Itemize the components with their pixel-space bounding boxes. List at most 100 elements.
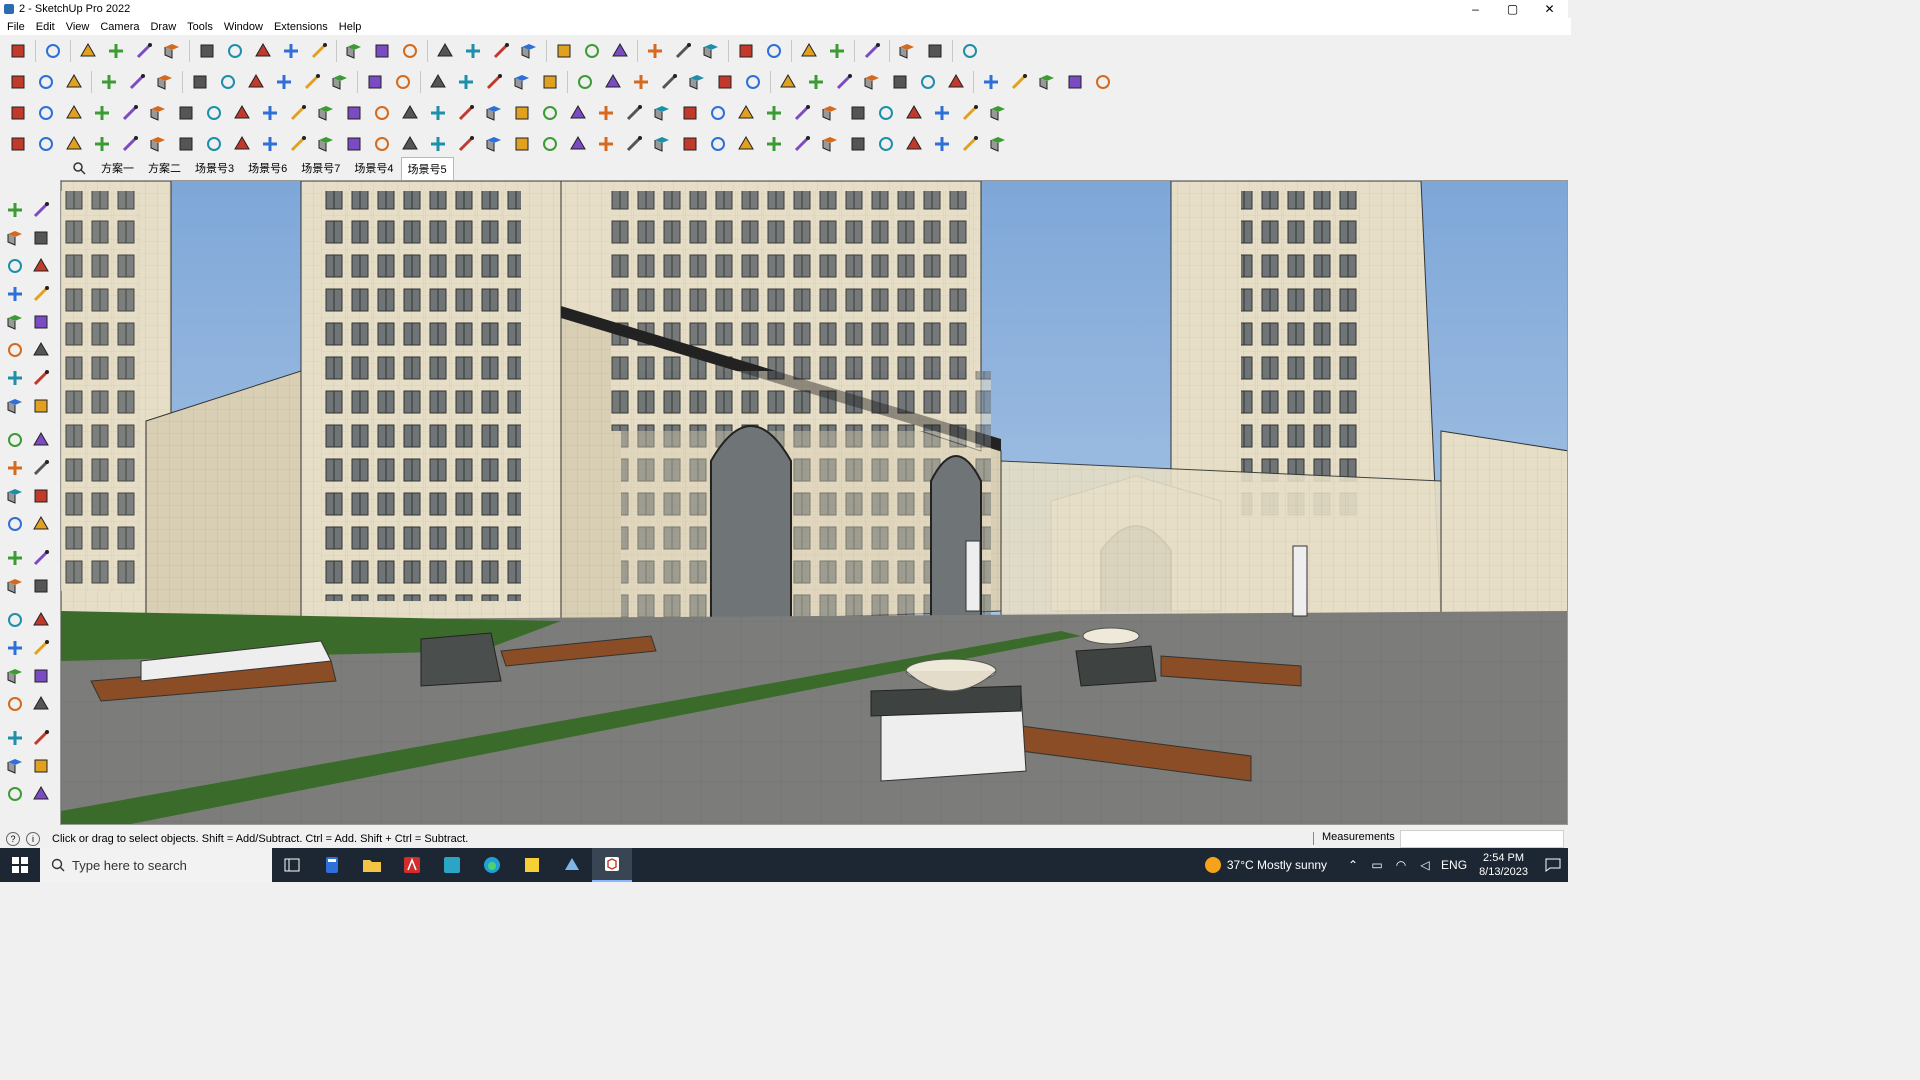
dome-icon[interactable] xyxy=(398,132,422,156)
left-view-icon[interactable] xyxy=(153,70,177,94)
contour-icon[interactable] xyxy=(944,70,968,94)
move-icon[interactable] xyxy=(251,39,275,63)
upload-icon[interactable] xyxy=(762,39,786,63)
pie-icon[interactable] xyxy=(29,394,53,418)
nodes-icon[interactable] xyxy=(342,101,366,125)
smoove-icon[interactable] xyxy=(979,70,1003,94)
fence-icon[interactable] xyxy=(622,132,646,156)
zoom-icon[interactable] xyxy=(489,39,513,63)
maximize-button[interactable]: ▢ xyxy=(1494,0,1531,18)
sunburst-icon[interactable] xyxy=(902,132,926,156)
knot-icon[interactable] xyxy=(734,101,758,125)
flip-edge-icon[interactable] xyxy=(1091,70,1115,94)
chevron-up-icon[interactable]: ⌃ xyxy=(1345,857,1361,873)
paint-bucket-icon[interactable] xyxy=(398,39,422,63)
pie-icon[interactable] xyxy=(860,70,884,94)
solid-tools-icon[interactable] xyxy=(573,70,597,94)
rail-icon[interactable] xyxy=(594,132,618,156)
lattice-icon[interactable] xyxy=(818,132,842,156)
info-icon[interactable]: i xyxy=(26,831,40,846)
share-icon[interactable] xyxy=(734,39,758,63)
cog-icon[interactable] xyxy=(818,101,842,125)
stair-icon[interactable] xyxy=(510,132,534,156)
wireframe-icon[interactable] xyxy=(188,70,212,94)
previous-view-icon[interactable] xyxy=(29,664,53,688)
plane-cyan-icon[interactable] xyxy=(34,101,58,125)
path-icon[interactable] xyxy=(6,132,30,156)
select-arrow-icon[interactable] xyxy=(3,198,27,222)
components-icon[interactable] xyxy=(552,39,576,63)
offset-icon[interactable] xyxy=(888,70,912,94)
axes-icon[interactable] xyxy=(3,574,27,598)
roof-slope-icon[interactable] xyxy=(482,132,506,156)
scene-tab-1[interactable]: 方案一 xyxy=(94,156,141,180)
textured-icon[interactable] xyxy=(272,70,296,94)
notification-button[interactable] xyxy=(1538,858,1568,872)
model-viewport[interactable] xyxy=(60,180,1568,825)
dimension-icon[interactable] xyxy=(825,39,849,63)
polygon-icon[interactable] xyxy=(804,70,828,94)
3d-text-icon[interactable] xyxy=(29,574,53,598)
three-point-arc-icon[interactable] xyxy=(3,394,27,418)
arc-icon[interactable] xyxy=(3,366,27,390)
grid-icon[interactable] xyxy=(986,101,1010,125)
line-icon[interactable] xyxy=(104,39,128,63)
knife-icon[interactable] xyxy=(286,132,310,156)
torus-icon[interactable] xyxy=(174,132,198,156)
extension-icon[interactable] xyxy=(699,39,723,63)
polygon-icon[interactable] xyxy=(29,338,53,362)
geo-location-icon[interactable]: ? xyxy=(6,831,20,846)
display-section-icon[interactable] xyxy=(391,70,415,94)
colonnade-icon[interactable] xyxy=(370,132,394,156)
taskbar-file-explorer[interactable] xyxy=(352,848,392,882)
bridge-icon[interactable] xyxy=(846,101,870,125)
push-pull-icon[interactable] xyxy=(195,39,219,63)
circle-dots-icon[interactable] xyxy=(958,101,982,125)
bench-icon[interactable] xyxy=(538,132,562,156)
wheel-icon[interactable] xyxy=(874,132,898,156)
components-icon[interactable] xyxy=(3,254,27,278)
monochrome-icon[interactable] xyxy=(300,70,324,94)
pyramid-icon[interactable] xyxy=(482,101,506,125)
tape-measure-icon[interactable] xyxy=(342,39,366,63)
gem-icon[interactable] xyxy=(790,101,814,125)
layers-icon[interactable] xyxy=(580,39,604,63)
zoom-extents-icon[interactable] xyxy=(3,664,27,688)
undo-red-icon[interactable] xyxy=(678,101,702,125)
select-icon[interactable] xyxy=(41,39,65,63)
add-detail-icon[interactable] xyxy=(1063,70,1087,94)
iso-view-icon[interactable] xyxy=(6,70,30,94)
taskbar-search-box[interactable]: Type here to search xyxy=(40,848,272,882)
circle-icon[interactable] xyxy=(776,70,800,94)
cross-blue-icon[interactable] xyxy=(426,101,450,125)
clock[interactable]: 2:54 PM 8/13/2023 xyxy=(1479,851,1528,879)
components-panel-icon[interactable] xyxy=(3,754,27,778)
plane-gray-icon[interactable] xyxy=(146,101,170,125)
front-view-icon[interactable] xyxy=(62,70,86,94)
xray-icon[interactable] xyxy=(328,70,352,94)
taskbar-edge[interactable] xyxy=(472,848,512,882)
louvre-icon[interactable] xyxy=(930,132,954,156)
warning-icon[interactable] xyxy=(510,101,534,125)
spring-icon[interactable] xyxy=(202,132,226,156)
arc-tool-icon[interactable] xyxy=(538,101,562,125)
paint-roller-icon[interactable] xyxy=(62,132,86,156)
array-icon[interactable] xyxy=(622,101,646,125)
trim-icon[interactable] xyxy=(657,70,681,94)
loop-icon[interactable] xyxy=(174,101,198,125)
cross-red-icon[interactable] xyxy=(370,101,394,125)
styles-icon[interactable] xyxy=(608,39,632,63)
paint-bucket-icon[interactable] xyxy=(3,226,27,250)
outer-shell-icon[interactable] xyxy=(741,70,765,94)
pan-icon[interactable] xyxy=(29,608,53,632)
cone-icon[interactable] xyxy=(454,101,478,125)
stamp-icon[interactable] xyxy=(1007,70,1031,94)
scene-tab-5[interactable]: 场景号7 xyxy=(294,156,347,180)
arch-icon[interactable] xyxy=(454,132,478,156)
grid-panel-icon[interactable] xyxy=(790,132,814,156)
text-icon[interactable] xyxy=(29,546,53,570)
subtract-icon[interactable] xyxy=(629,70,653,94)
menu-extensions[interactable]: Extensions xyxy=(270,21,335,33)
panel-icon[interactable] xyxy=(706,132,730,156)
rotate-icon[interactable] xyxy=(279,39,303,63)
